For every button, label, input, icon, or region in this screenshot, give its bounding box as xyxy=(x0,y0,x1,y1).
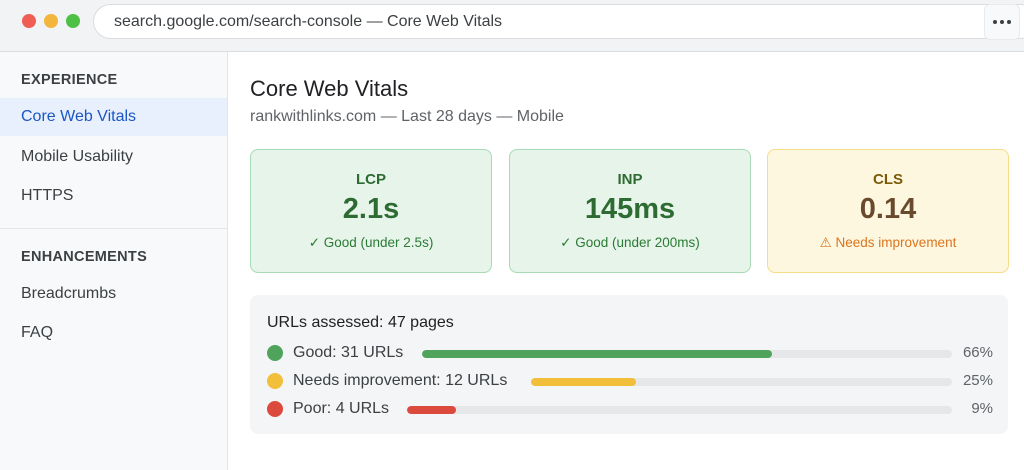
distribution-row-poor[interactable]: Poor: 4 URLs 9% xyxy=(267,398,993,420)
distribution-row-good[interactable]: Good: 31 URLs 66% xyxy=(267,342,993,364)
close-window-button[interactable] xyxy=(22,14,36,28)
minimize-window-button[interactable] xyxy=(44,14,58,28)
page-title: Core Web Vitals xyxy=(250,76,409,101)
distribution-label: Poor: 4 URLs xyxy=(293,400,390,417)
metric-status: ✓ Good (under 2.5s) xyxy=(308,235,434,250)
sidebar-section-enhancements: ENHANCEMENTS xyxy=(21,249,148,265)
distribution-percent: 25% xyxy=(962,372,993,389)
sidebar-item-breadcrumbs[interactable]: Breadcrumbs xyxy=(0,275,227,313)
metric-card-cls[interactable]: CLS 0.14 ⚠ Needs improvement xyxy=(767,149,1009,273)
distribution-bar-track xyxy=(422,350,952,358)
sidebar-item-https[interactable]: HTTPS xyxy=(0,177,227,215)
distribution-label: Good: 31 URLs xyxy=(293,344,404,361)
sidebar: EXPERIENCE Core Web Vitals Mobile Usabil… xyxy=(0,52,228,470)
metric-label: CLS xyxy=(873,171,903,188)
url-distribution-panel: URLs assessed: 47 pages Good: 31 URLs 66… xyxy=(250,295,1008,434)
more-horizontal-icon[interactable] xyxy=(984,4,1020,40)
metric-value: 2.1s xyxy=(342,193,400,225)
address-bar[interactable]: search.google.com/search-console — Core … xyxy=(93,4,1024,39)
distribution-percent: 9% xyxy=(971,400,993,417)
maximize-window-button[interactable] xyxy=(66,14,80,28)
sidebar-item-mobile-usability[interactable]: Mobile Usability xyxy=(0,138,227,176)
metric-value: 0.14 xyxy=(859,193,917,225)
distribution-percent: 66% xyxy=(962,344,993,361)
status-dot-icon xyxy=(267,345,283,361)
distribution-bar-fill xyxy=(531,378,637,386)
sidebar-section-experience: EXPERIENCE xyxy=(21,72,118,88)
distribution-bar-fill xyxy=(407,406,457,414)
metric-value: 145ms xyxy=(584,193,676,225)
distribution-bar-track xyxy=(407,406,952,414)
sidebar-divider xyxy=(0,228,227,229)
metric-label: LCP xyxy=(356,171,386,188)
distribution-row-needs-improvement[interactable]: Needs improvement: 12 URLs 25% xyxy=(267,370,993,392)
metric-status: ⚠ Needs improvement xyxy=(819,235,957,250)
distribution-label: Needs improvement: 12 URLs xyxy=(293,372,508,389)
sidebar-item-core-web-vitals[interactable]: Core Web Vitals xyxy=(0,98,227,136)
metric-status: ✓ Good (under 200ms) xyxy=(560,235,700,250)
distribution-bar-fill xyxy=(422,350,772,358)
sidebar-item-faq[interactable]: FAQ xyxy=(0,314,227,352)
browser-toolbar: search.google.com/search-console — Core … xyxy=(0,0,1024,52)
distribution-bar-track xyxy=(531,378,952,386)
page-subtitle: rankwithlinks.com — Last 28 days — Mobil… xyxy=(250,108,564,125)
distribution-title: URLs assessed: 47 pages xyxy=(267,314,454,331)
metric-label: INP xyxy=(617,171,643,188)
status-dot-icon xyxy=(267,373,283,389)
status-dot-icon xyxy=(267,401,283,417)
metric-card-inp[interactable]: INP 145ms ✓ Good (under 200ms) xyxy=(509,149,751,273)
metric-card-lcp[interactable]: LCP 2.1s ✓ Good (under 2.5s) xyxy=(250,149,492,273)
